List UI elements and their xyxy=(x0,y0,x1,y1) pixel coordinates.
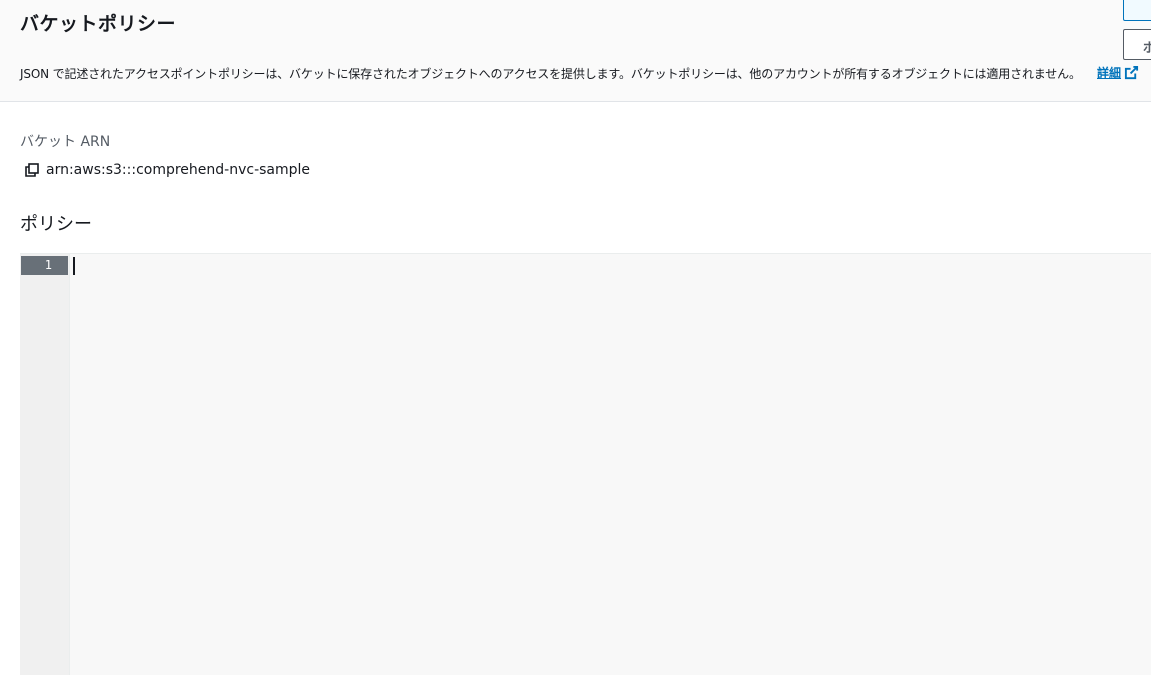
policy-generator-button-label: ポ xyxy=(1143,37,1151,56)
external-link-icon[interactable] xyxy=(1124,65,1139,80)
edit-button-partial[interactable] xyxy=(1123,0,1151,21)
line-number: 1 xyxy=(21,256,68,275)
policy-header-panel: バケットポリシー JSON で記述されたアクセスポイントポリシーは、バケットに保… xyxy=(0,0,1151,102)
bucket-arn-value: arn:aws:s3:::comprehend-nvc-sample xyxy=(46,162,311,178)
text-cursor xyxy=(73,257,75,275)
editor-gutter: 1 xyxy=(20,254,70,675)
bucket-arn-label: バケット ARN xyxy=(20,134,111,150)
policy-editor[interactable]: 1 xyxy=(20,253,1151,675)
bucket-policy-page: バケットポリシー JSON で記述されたアクセスポイントポリシーは、バケットに保… xyxy=(0,0,1151,675)
more-info-link[interactable]: 詳細 xyxy=(1097,64,1121,81)
policy-description: JSON で記述されたアクセスポイントポリシーは、バケットに保存されたオブジェク… xyxy=(20,67,1081,81)
copy-icon[interactable] xyxy=(25,163,39,177)
policy-heading: ポリシー xyxy=(20,214,92,235)
policy-generator-button-partial[interactable]: ポ xyxy=(1123,29,1151,60)
editor-code-area[interactable] xyxy=(70,254,1151,675)
page-title: バケットポリシー xyxy=(20,13,177,35)
